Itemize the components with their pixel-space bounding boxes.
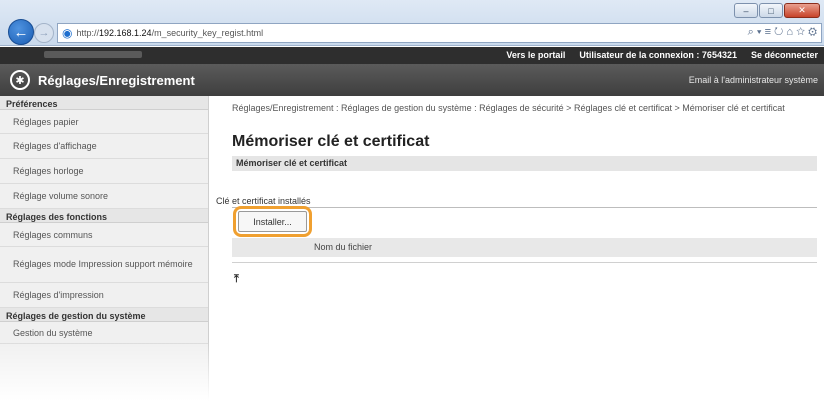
page-header: ✱ Réglages/Enregistrement Email à l'admi… (0, 64, 824, 96)
login-user-label: Utilisateur de la connexion : 7654321 (579, 50, 737, 60)
section-header: Mémoriser clé et certificat (232, 156, 817, 171)
sidebar-item-display[interactable]: Réglages d'affichage (0, 134, 208, 159)
subsection-title: Clé et certificat installés (216, 196, 311, 206)
sidebar-head-system: Réglages de gestion du système (0, 308, 208, 322)
settings-logo-icon: ✱ (10, 70, 30, 90)
breadcrumb[interactable]: Réglages/Enregistrement : Réglages de ge… (232, 103, 812, 114)
sidebar-item-print[interactable]: Réglages d'impression (0, 283, 208, 308)
back-arrow-icon: ← (13, 23, 29, 41)
window-controls: – □ ✕ (734, 3, 820, 18)
device-name-redacted (44, 51, 142, 58)
sidebar-item-paper[interactable]: Réglages papier (0, 110, 208, 134)
file-name-column-header: Nom du fichier (232, 238, 817, 257)
table-divider (232, 262, 817, 263)
top-bar: Vers le portail Utilisateur de la connex… (0, 47, 824, 64)
browser-toolbar: – □ ✕ ← → ◉ http://192.168.1.24/m_securi… (0, 0, 824, 46)
subsection-divider (232, 207, 817, 208)
portal-link[interactable]: Vers le portail (506, 50, 565, 60)
forward-arrow-icon: → (38, 27, 50, 39)
sidebar-head-functions: Réglages des fonctions (0, 209, 208, 223)
back-to-top-icon[interactable]: ⤒ (234, 273, 239, 286)
logout-link[interactable]: Se déconnecter (751, 50, 818, 60)
forward-button[interactable]: → (34, 23, 54, 43)
close-window-button[interactable]: ✕ (784, 3, 820, 18)
sidebar-head-preferences: Préférences (0, 96, 208, 110)
url-path: /m_security_key_regist.html (151, 28, 264, 38)
header-title: Réglages/Enregistrement (38, 73, 195, 88)
minimize-button[interactable]: – (734, 3, 758, 18)
install-button[interactable]: Installer... (238, 211, 307, 232)
email-admin-link[interactable]: Email à l'administrateur système (689, 75, 818, 85)
sidebar-fade (0, 341, 209, 401)
sidebar-item-clock[interactable]: Réglages horloge (0, 159, 208, 184)
page-title: Mémoriser clé et certificat (232, 133, 430, 150)
url-host: 192.168.1.24 (99, 28, 152, 38)
sidebar-item-volume[interactable]: Réglage volume sonore (0, 184, 208, 209)
address-tools[interactable]: ⌕ ▾ ≡ ↻ ⌂ ☆ ⚙ (748, 26, 817, 39)
sidebar: Préférences Réglages papier Réglages d'a… (0, 96, 209, 401)
maximize-button[interactable]: □ (759, 3, 783, 18)
page-icon: ◉ (62, 26, 73, 40)
address-bar[interactable]: ◉ http://192.168.1.24/m_security_key_reg… (57, 23, 822, 43)
main-content: Réglages/Enregistrement : Réglages de ge… (210, 96, 824, 401)
sidebar-item-common[interactable]: Réglages communs (0, 223, 208, 247)
back-button[interactable]: ← (8, 19, 34, 45)
sidebar-item-media-print[interactable]: Réglages mode Impression support mémoire (0, 247, 208, 283)
url-prefix: http:// (76, 28, 99, 38)
